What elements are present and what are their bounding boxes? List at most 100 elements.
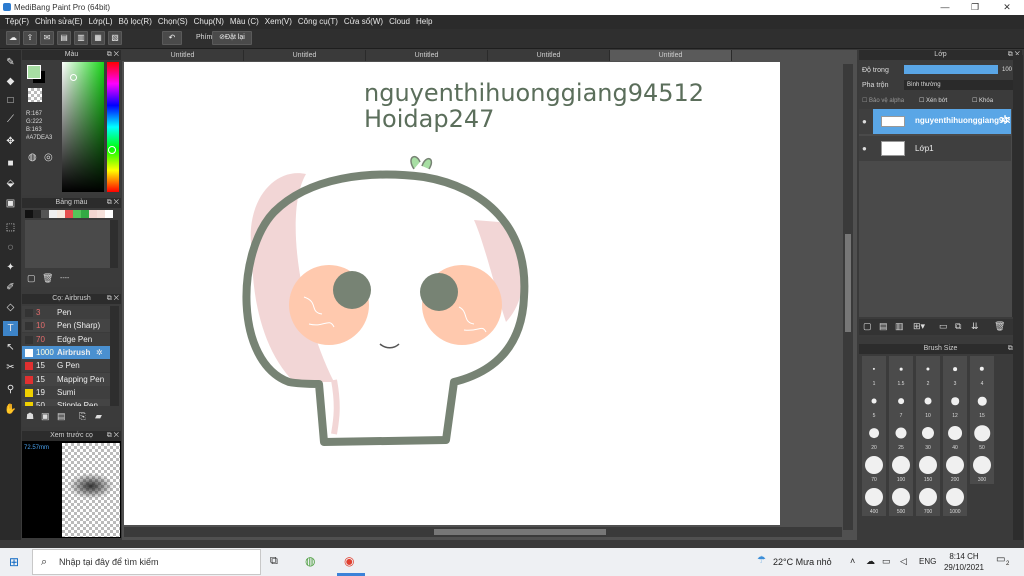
brush-size-cell[interactable]: 4 [970, 356, 994, 388]
eraser-tool-icon[interactable]: ◆ [3, 74, 18, 89]
page-icon[interactable]: ▤ [57, 31, 71, 45]
magic-wand-tool-icon[interactable]: ✦ [3, 260, 18, 275]
reset-button[interactable]: ⊘Đặt lại [212, 31, 252, 45]
transparent-color-swatch[interactable] [28, 88, 42, 102]
document-tab[interactable]: Untitled [366, 50, 488, 61]
panel-close-icon[interactable]: ⧉ ✕ [107, 198, 119, 208]
document-tab[interactable]: Untitled [244, 50, 366, 61]
palette-swatch[interactable] [25, 210, 33, 218]
brush-size-cell[interactable]: 50 [970, 420, 994, 452]
horizontal-scroll-thumb[interactable] [434, 529, 606, 535]
brush-size-cell[interactable]: 15 [970, 388, 994, 420]
hue-slider[interactable] [107, 62, 119, 192]
brush-size-cell[interactable]: 500 [889, 484, 913, 516]
vertical-scroll-thumb[interactable] [845, 234, 851, 332]
hand-tool-icon[interactable]: ✋ [3, 402, 18, 417]
layout-icon[interactable]: ▧ [108, 31, 122, 45]
color-settings-icon[interactable]: ◎ [44, 152, 53, 163]
new-8bit-layer-icon[interactable]: ▥ [895, 321, 904, 332]
brush-list-scrollbar[interactable] [110, 306, 119, 406]
horizontal-scrollbar[interactable] [124, 527, 842, 537]
panel-close-icon[interactable]: ⧉ ✕ [107, 50, 119, 60]
weather-text[interactable]: 22°C Mưa nhỏ [773, 557, 832, 567]
brush-size-cell[interactable]: 30 [916, 420, 940, 452]
palette-scrollbar[interactable] [110, 220, 118, 268]
protect-alpha-checkbox[interactable]: ☐ Bảo vệ alpha [862, 97, 904, 104]
menu-cloud[interactable]: Cloud [388, 15, 415, 29]
document-tab[interactable]: Untitled [488, 50, 610, 61]
undo-icon[interactable]: ↶ [162, 31, 182, 45]
line-tool-icon[interactable]: ⟋ [3, 112, 18, 127]
brush-size-cell[interactable]: 700 [916, 484, 940, 516]
chrome-icon[interactable]: ◉ [344, 554, 354, 568]
brush-item[interactable]: 15 Mapping Pen [22, 372, 110, 386]
brush-size-cell[interactable]: 1.5 [889, 356, 913, 388]
new-palette-icon[interactable]: ▢ [27, 273, 36, 284]
brush-size-cell[interactable]: 40 [943, 420, 967, 452]
foreground-color-swatch[interactable] [27, 65, 41, 79]
menu-view[interactable]: Xem(V) [264, 15, 297, 29]
new-layer-icon[interactable]: ▢ [863, 321, 872, 332]
folder-icon[interactable]: ▭ [939, 321, 948, 332]
chat-icon[interactable]: ✉ [40, 31, 54, 45]
menu-filter[interactable]: Bộ lọc(R) [118, 15, 157, 29]
add-layer-menu-icon[interactable]: ⊞▾ [913, 321, 925, 332]
brush-size-cell[interactable]: 7 [889, 388, 913, 420]
operation-tool-icon[interactable]: ↖ [3, 340, 18, 355]
network-icon[interactable]: ▭ [882, 556, 891, 567]
duplicate-layer-icon[interactable]: ⧉ [955, 321, 961, 332]
layer-row[interactable]: ● Lớp1 [859, 136, 1011, 161]
language-indicator[interactable]: ENG [919, 557, 936, 566]
brush-size-cell[interactable]: 70 [862, 452, 886, 484]
brush-size-cell[interactable]: 1 [862, 356, 886, 388]
eye-icon[interactable]: ● [862, 144, 867, 153]
brush-size-cell[interactable]: 100 [889, 452, 913, 484]
menu-help[interactable]: Help [415, 15, 437, 29]
task-view-icon[interactable]: ⧉ [270, 555, 278, 568]
onedrive-icon[interactable]: ☁ [866, 556, 875, 567]
right-dock-scrollbar[interactable] [1013, 55, 1023, 540]
lock-checkbox[interactable]: ☐ Khóa [972, 97, 993, 104]
cloud-icon[interactable]: ☁ [6, 31, 20, 45]
brush-tool-icon[interactable]: ✎ [3, 55, 18, 70]
document-tab-active[interactable]: Untitled [610, 50, 732, 61]
vertical-scrollbar[interactable] [843, 64, 853, 530]
rectangle-tool-icon[interactable]: □ [3, 93, 18, 108]
palette-picker-icon[interactable]: ◍ [28, 152, 37, 163]
grid-icon[interactable]: ▦ [91, 31, 105, 45]
color-picker-cursor[interactable] [70, 74, 77, 81]
menu-edit[interactable]: Chỉnh sửa(E) [34, 15, 88, 29]
maximize-button[interactable]: ❐ [960, 1, 990, 14]
gear-icon[interactable]: ✲ [1000, 113, 1010, 127]
opacity-slider[interactable] [904, 65, 998, 74]
folder-icon[interactable]: ▰ [95, 411, 102, 422]
brush-size-cell[interactable]: 400 [862, 484, 886, 516]
brush-copy-icon[interactable]: ⎘ [79, 411, 86, 422]
notification-icon[interactable]: ▭ [996, 554, 1005, 565]
clock[interactable]: 8:14 CH 29/10/2021 [942, 551, 986, 573]
lasso-tool-icon[interactable]: ◌ [3, 240, 18, 255]
brush-item[interactable]: 10 Pen (Sharp) [22, 319, 110, 333]
palette-swatch[interactable] [89, 210, 97, 218]
divide-tool-icon[interactable]: ✂ [3, 360, 18, 375]
panel-close-icon[interactable]: ⧉ ✕ [107, 294, 119, 304]
volume-icon[interactable]: ◁ [900, 556, 907, 567]
brush-size-cell[interactable]: 12 [943, 388, 967, 420]
brush-size-cell[interactable]: 5 [862, 388, 886, 420]
saturation-value-picker[interactable] [62, 62, 104, 192]
new-halftone-layer-icon[interactable]: ▤ [879, 321, 888, 332]
brush-item[interactable]: 1000 Airbrush ✲ [22, 345, 110, 359]
brush-size-cell[interactable]: 200 [943, 452, 967, 484]
brush-item[interactable]: 19 Sumi [22, 385, 110, 399]
merge-layer-icon[interactable]: ⇊ [971, 321, 979, 332]
palette-swatch[interactable] [49, 210, 57, 218]
menu-window[interactable]: Cửa sổ(W) [343, 15, 388, 29]
layer-row[interactable]: ● nguyenthihuonggiang94512 ✲ [859, 109, 1011, 134]
taskbar-search[interactable]: ⌕ Nhập tại đây để tìm kiếm [32, 549, 261, 575]
layer-row-selected[interactable]: nguyenthihuonggiang94512 ✲ [873, 109, 1011, 134]
windows-start-icon[interactable]: ⊞ [9, 555, 19, 569]
brush-item[interactable]: 50 Stipple Pen [22, 399, 110, 406]
panel-close-icon[interactable]: ⧉ ✕ [107, 431, 119, 441]
gear-icon[interactable]: ✲ [96, 346, 103, 359]
blend-mode-select[interactable]: Bình thường ▾ [904, 80, 1020, 90]
